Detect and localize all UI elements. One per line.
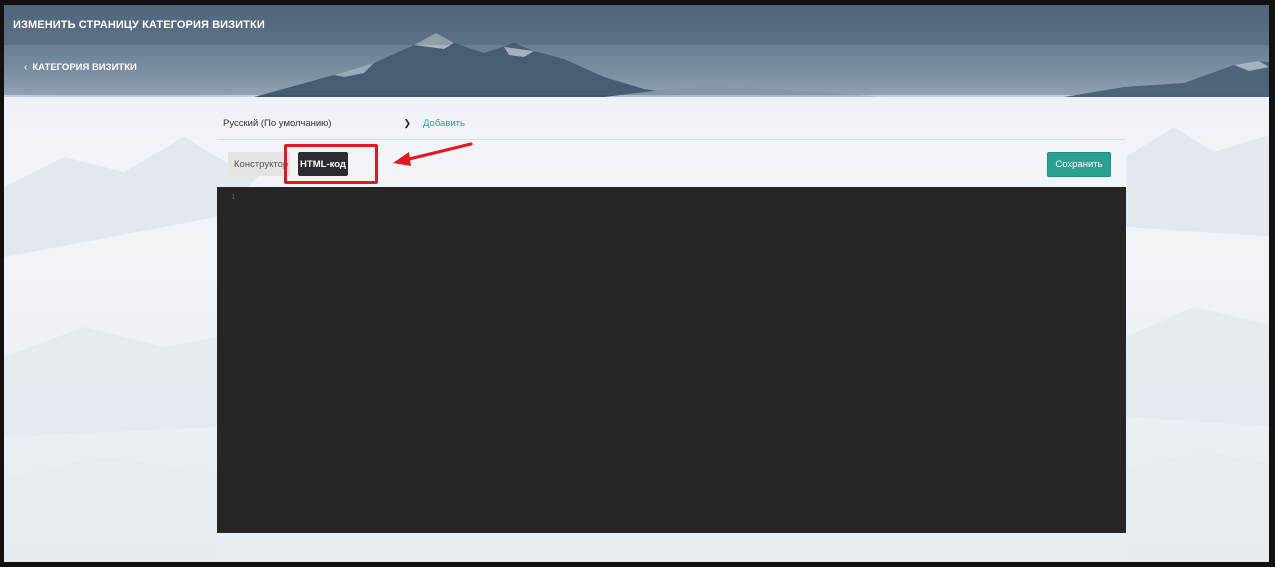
red-arrow-icon: [393, 142, 473, 166]
language-select[interactable]: Русский (По умолчанию) ❯: [217, 113, 417, 133]
breadcrumb[interactable]: ‹ КАТЕГОРИЯ ВИЗИТКИ: [4, 45, 1269, 95]
line-number: 1: [231, 193, 236, 201]
header-banner: ИЗМЕНИТЬ СТРАНИЦУ КАТЕГОРИЯ ВИЗИТКИ ‹ КА…: [4, 5, 1269, 97]
language-row: Русский (По умолчанию) ❯ Добавить: [217, 113, 465, 133]
save-button[interactable]: Сохранить: [1047, 152, 1111, 177]
html-code-editor[interactable]: 1: [217, 187, 1126, 533]
tab-constructor[interactable]: Конструктор: [228, 152, 290, 176]
page-title: ИЗМЕНИТЬ СТРАНИЦУ КАТЕГОРИЯ ВИЗИТКИ: [4, 5, 1269, 45]
chevron-down-icon: ❯: [403, 117, 411, 128]
chevron-left-icon[interactable]: ‹: [24, 62, 27, 73]
app-window: ИЗМЕНИТЬ СТРАНИЦУ КАТЕГОРИЯ ВИЗИТКИ ‹ КА…: [0, 0, 1275, 567]
language-select-value: Русский (По умолчанию): [223, 117, 332, 129]
breadcrumb-label[interactable]: КАТЕГОРИЯ ВИЗИТКИ: [32, 62, 137, 73]
add-language-link[interactable]: Добавить: [423, 118, 465, 129]
divider: [217, 139, 1125, 140]
highlight-box: [284, 144, 378, 184]
